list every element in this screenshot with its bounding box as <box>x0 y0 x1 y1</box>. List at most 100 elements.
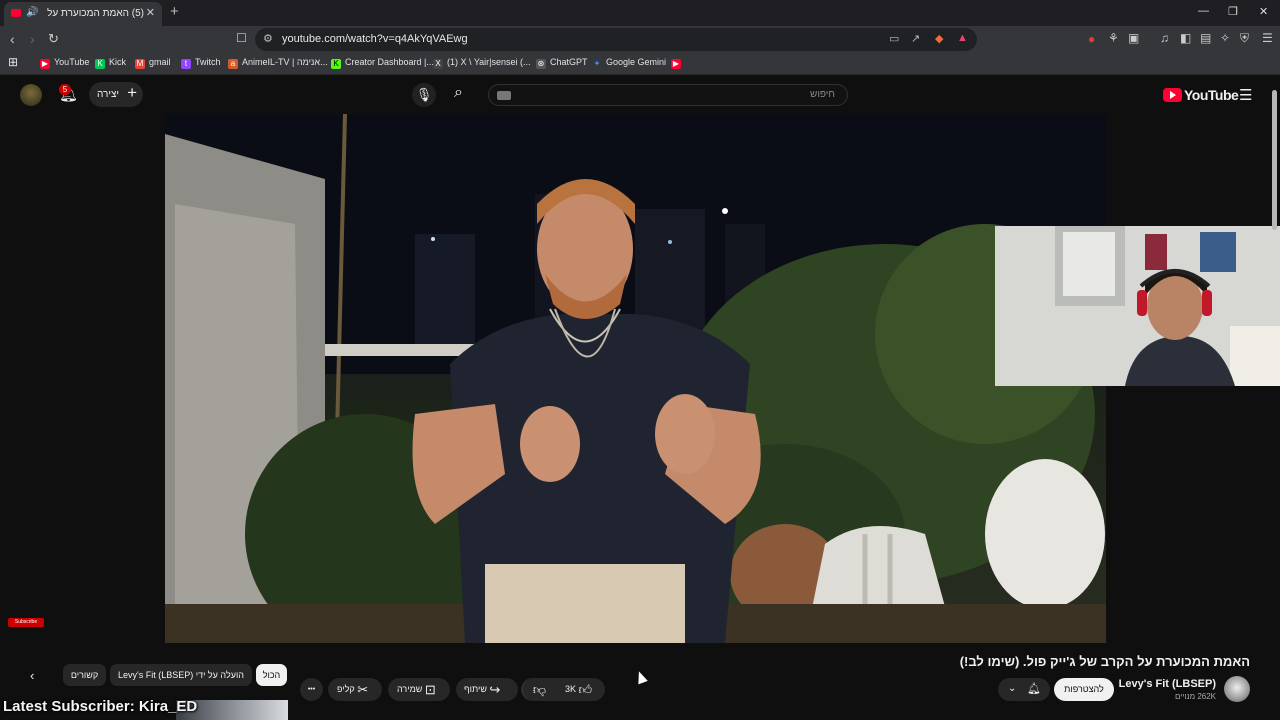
back-icon[interactable]: ‹ <box>10 31 15 47</box>
notification-preference-button[interactable]: 🔔︎ ⌄ <box>998 678 1050 701</box>
bookmark-x[interactable]: X (1) X \ Yair|sensei (... <box>433 57 531 69</box>
share-button[interactable]: שיתוף ↪ <box>456 678 518 701</box>
menu-icon[interactable]: ☰ <box>1262 31 1273 45</box>
bookmark-youtube[interactable]: ▶ YouTube <box>40 57 89 69</box>
bookmark-page-icon[interactable]: ☐ <box>236 31 247 45</box>
bookmark-creator-dashboard[interactable]: K Creator Dashboard |... <box>331 57 434 69</box>
new-tab-button[interactable]: + <box>170 3 179 20</box>
clip-button[interactable]: קליפ ✂ <box>328 678 382 701</box>
apps-grid-icon[interactable]: ⊞ <box>8 55 18 69</box>
extensions-puzzle-icon[interactable]: ⚘ <box>1108 31 1119 45</box>
address-bar[interactable]: ⚙ youtube.com/watch?v=q4AkYqVAEwg ▭ ↗ ◆ … <box>255 28 977 51</box>
subscribe-watermark-badge: Subscribe <box>8 618 44 627</box>
site-info-icon[interactable]: ⚙ <box>263 32 273 45</box>
bookmark-twitch[interactable]: t Twitch <box>181 57 221 69</box>
notification-count-badge: 5 <box>59 84 71 95</box>
like-count: 3K <box>565 684 577 694</box>
close-tab-icon[interactable]: ✕ <box>146 6 155 19</box>
channel-avatar[interactable] <box>1224 676 1250 702</box>
reading-list-icon[interactable]: ◧ <box>1180 31 1191 45</box>
youtube-play-logo-icon <box>1163 88 1182 102</box>
video-player[interactable] <box>165 114 1106 643</box>
gmail-icon: M <box>135 59 145 69</box>
brave-shields-icon[interactable]: ◆ <box>935 32 943 45</box>
browser-tab-strip: 🔊 (5) האמת המכוערת על הקרב ✕ + — ❐ ✕ <box>0 0 1280 26</box>
vpn-shield-icon[interactable]: ⛨ <box>1240 31 1249 46</box>
thumbs-up-icon: 👍︎ <box>578 682 593 697</box>
bookmark-gemini[interactable]: ✦ Google Gemini <box>592 57 666 69</box>
bell-icon: 🔔︎ <box>1027 683 1041 695</box>
sidebar-toggle-icon[interactable]: ▣ <box>1128 31 1139 45</box>
video-title: האמת המכוערת על הקרב של ג'ייק פול. (שימו… <box>959 654 1250 669</box>
youtube-icon: ▶ <box>40 59 50 69</box>
youtube-logo[interactable]: YouTube <box>1163 87 1239 105</box>
create-button[interactable]: יצירה + <box>89 82 143 107</box>
browser-toolbar: ‹ › ↻ ☐ ⚙ youtube.com/watch?v=q4AkYqVAEw… <box>0 26 1280 53</box>
bookmark-animeil[interactable]: a AnimeIL-TV | אנימה... <box>228 57 328 69</box>
forward-icon[interactable]: › <box>30 31 35 47</box>
extension-red-icon[interactable]: ● <box>1088 32 1095 46</box>
save-button[interactable]: שמירה ⊡ <box>388 678 450 701</box>
url-text[interactable]: youtube.com/watch?v=q4AkYqVAEwg <box>282 33 468 45</box>
bookmark-label: gmail <box>149 57 171 67</box>
chip-related[interactable]: קשורים <box>63 664 106 686</box>
minimize-button[interactable]: — <box>1198 5 1209 17</box>
clip-label: קליפ <box>337 684 355 694</box>
bookmark-label: Google Gemini <box>606 57 667 67</box>
share-arrow-icon: ↪ <box>489 682 501 697</box>
avatar[interactable] <box>20 84 42 106</box>
bookmark-youtube-2[interactable]: ▶ <box>671 57 685 69</box>
maximize-button[interactable]: ❐ <box>1228 5 1238 18</box>
bookmark-kick[interactable]: K Kick <box>95 57 126 69</box>
voice-search-mic-icon[interactable]: 🎙︎ <box>412 83 436 107</box>
chevron-down-icon: ⌄ <box>1008 683 1017 694</box>
page-scrollbar[interactable] <box>1272 90 1277 230</box>
bookmark-chatgpt[interactable]: ⊛ ChatGPT <box>536 57 588 69</box>
youtube-icon: ▶ <box>671 59 681 69</box>
cast-icon[interactable]: ▭ <box>889 32 899 45</box>
search-icon[interactable]: ⌕ <box>454 84 463 102</box>
bookmark-label: YouTube <box>54 57 90 67</box>
dislike-button[interactable]: 👎︎ <box>522 678 556 701</box>
close-window-button[interactable]: ✕ <box>1259 5 1268 18</box>
guide-menu-icon[interactable]: ☰ <box>1239 86 1252 104</box>
reload-icon[interactable]: ↻ <box>48 31 59 47</box>
brave-rewards-icon[interactable]: ▲ <box>957 32 968 44</box>
chip-uploaded-by[interactable]: הועלה על ידי Levy's Fit (LBSEP) <box>110 664 252 686</box>
plus-icon: + <box>127 83 137 102</box>
leo-ai-icon[interactable]: ✧ <box>1220 31 1230 45</box>
save-label: שמירה <box>397 684 423 694</box>
chip-all[interactable]: הכול <box>256 664 287 686</box>
bookmark-label: AnimeIL-TV | אנימה... <box>242 57 328 67</box>
bookmark-label: Twitch <box>195 57 221 67</box>
create-label: יצירה <box>97 89 120 100</box>
speaker-icon[interactable]: 🔊 <box>26 7 38 18</box>
creator-dashboard-icon: K <box>331 59 341 69</box>
subscribe-button[interactable]: להצטרפות <box>1054 678 1114 701</box>
more-actions-button[interactable]: ••• <box>300 678 323 701</box>
keyboard-icon[interactable] <box>497 91 511 100</box>
media-icon[interactable]: ♫ <box>1160 31 1169 45</box>
share-page-icon[interactable]: ↗ <box>911 32 920 45</box>
bookmark-label: ChatGPT <box>550 57 588 67</box>
mouse-cursor-icon <box>634 669 648 685</box>
youtube-header: 🔔︎ 5 יצירה + 🎙︎ ⌕ חיפוש YouTube ☰ <box>0 76 1280 114</box>
x-icon: X <box>433 59 443 69</box>
browser-tab-active[interactable]: 🔊 (5) האמת המכוערת על הקרב ✕ <box>4 2 162 26</box>
bookmark-label: Kick <box>109 57 127 67</box>
scissors-icon: ✂ <box>357 682 369 697</box>
animeil-icon: a <box>228 59 238 69</box>
channel-name[interactable]: Levy's Fit (LBSEP) <box>1119 678 1216 690</box>
bookmark-label: Creator Dashboard |... <box>345 57 434 67</box>
video-frame-illustration <box>165 114 1106 643</box>
search-input[interactable]: חיפוש <box>488 84 848 106</box>
bookmark-label: (1) X \ Yair|sensei (... <box>447 57 531 67</box>
wallet-icon[interactable]: ▤ <box>1200 31 1211 45</box>
like-button[interactable]: 3K 👍︎ <box>556 678 604 701</box>
streamer-webcam-overlay <box>995 226 1280 386</box>
bookmark-icon: ⊡ <box>424 682 436 697</box>
chatgpt-icon: ⊛ <box>536 59 546 69</box>
tab-title: (5) האמת המכוערת על הקרב <box>44 8 144 19</box>
bookmark-gmail[interactable]: Mgmail <box>135 57 171 69</box>
chevron-left-icon[interactable]: ‹ <box>30 668 34 683</box>
